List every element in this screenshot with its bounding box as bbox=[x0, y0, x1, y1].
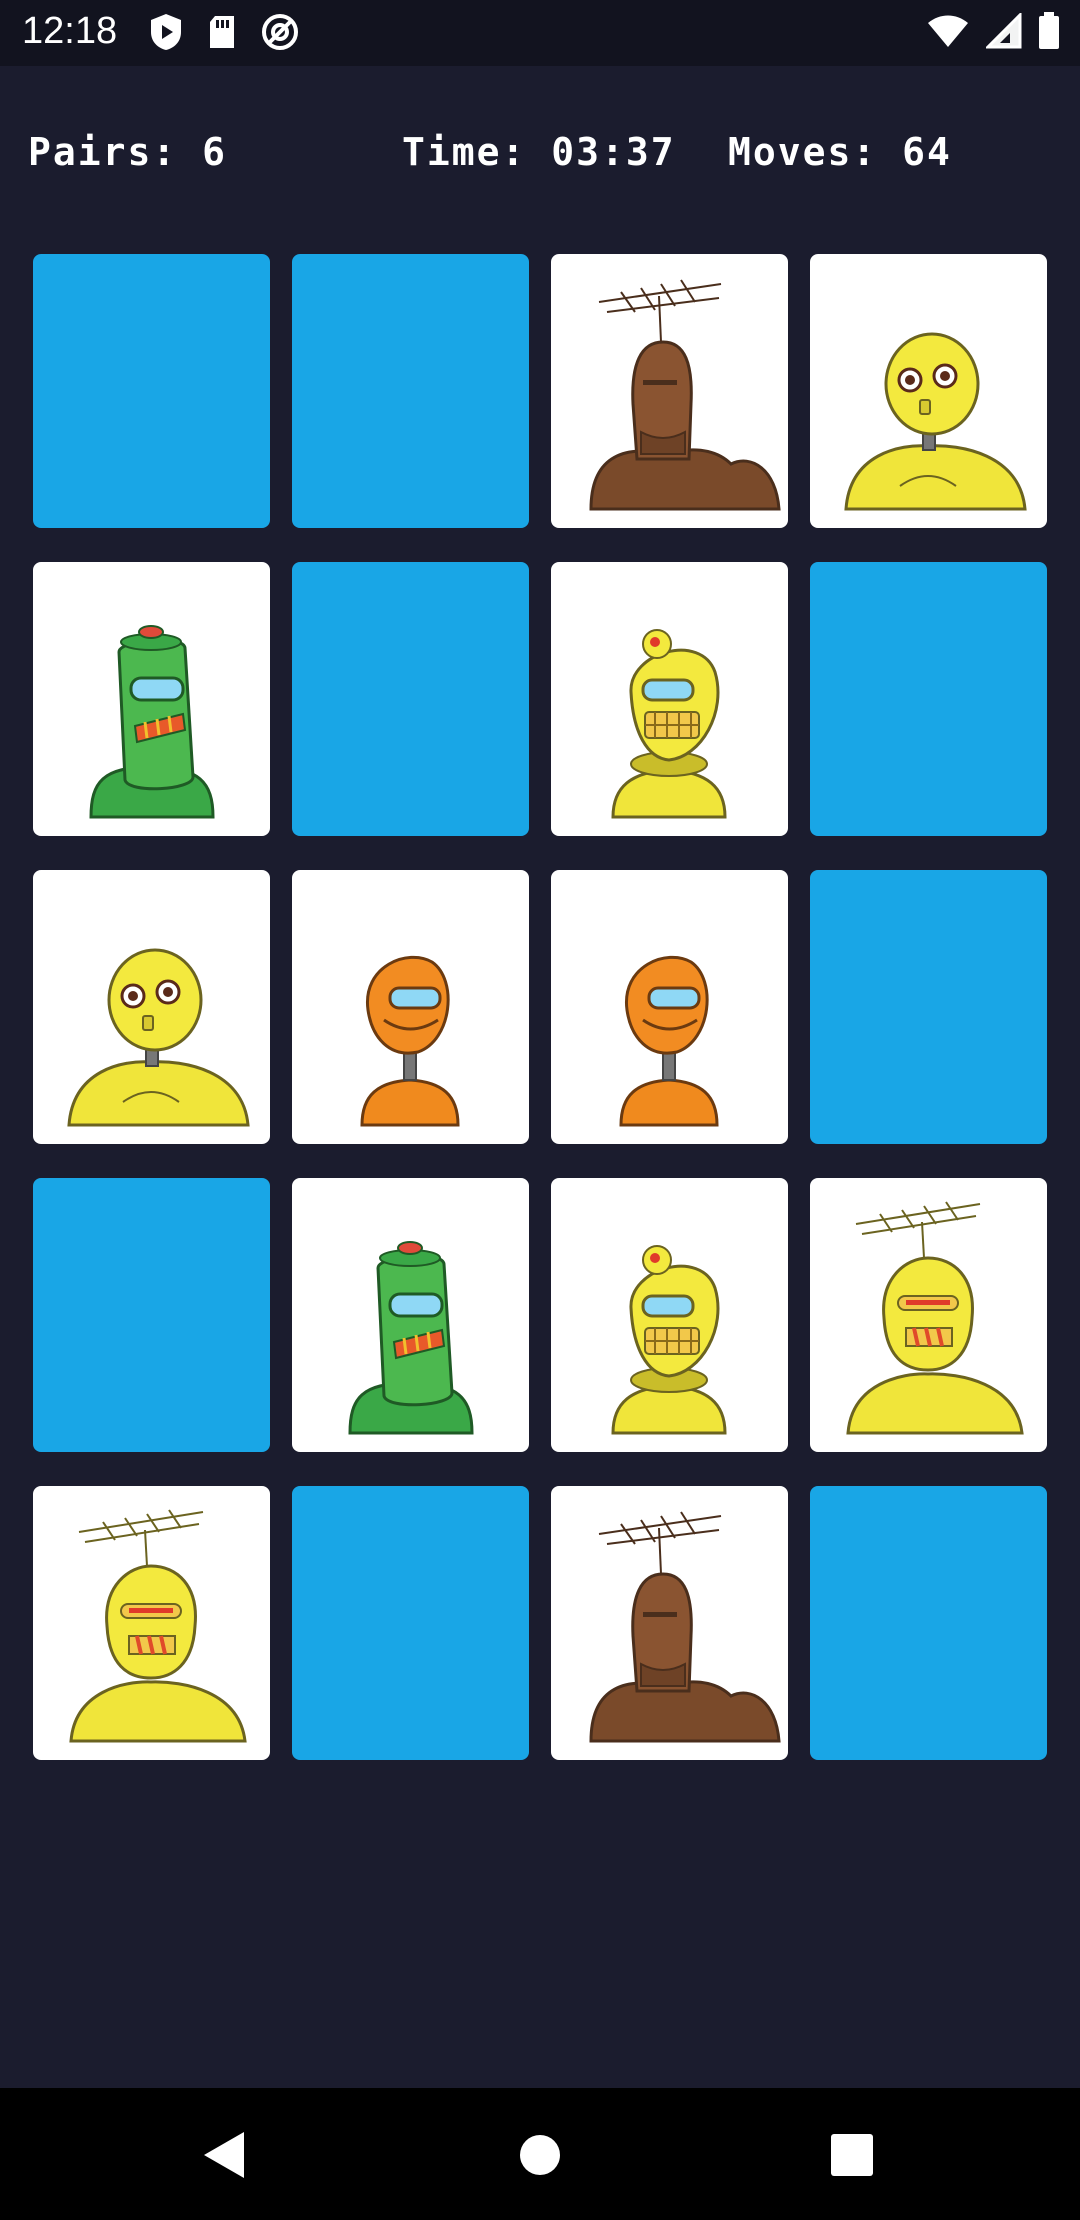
recents-icon[interactable] bbox=[825, 2128, 879, 2182]
orange-visor-robot-icon bbox=[619, 955, 719, 1127]
card-revealed-r2-c3[interactable] bbox=[551, 562, 788, 836]
yellow-round-robot-icon bbox=[844, 332, 1027, 511]
card-revealed-r5-c1[interactable] bbox=[33, 1486, 270, 1760]
card-hidden-r1-c2[interactable] bbox=[292, 254, 529, 528]
green-cylinder-robot-icon bbox=[348, 1241, 474, 1435]
card-hidden-r1-c1[interactable] bbox=[33, 254, 270, 528]
card-revealed-r4-c4[interactable] bbox=[810, 1178, 1047, 1452]
yellow-visor-robot-icon bbox=[611, 1245, 727, 1435]
yellow-round-robot-icon bbox=[67, 948, 250, 1127]
yellow-antenna-robot-icon bbox=[846, 1201, 1024, 1435]
battery-icon bbox=[1038, 12, 1060, 50]
card-hidden-r5-c2[interactable] bbox=[292, 1486, 529, 1760]
moves-counter: Moves: 64 bbox=[728, 130, 952, 174]
navigation-bar bbox=[0, 2088, 1080, 2220]
card-revealed-r3-c1[interactable] bbox=[33, 870, 270, 1144]
yellow-visor-robot-icon bbox=[611, 629, 727, 819]
card-revealed-r3-c3[interactable] bbox=[551, 870, 788, 1144]
brown-antenna-robot-icon bbox=[589, 1511, 781, 1743]
card-hidden-r2-c4[interactable] bbox=[810, 562, 1047, 836]
back-icon[interactable] bbox=[198, 2128, 252, 2182]
card-revealed-r5-c3[interactable] bbox=[551, 1486, 788, 1760]
pairs-counter: Pairs: 6 bbox=[28, 130, 228, 174]
card-revealed-r1-c4[interactable] bbox=[810, 254, 1047, 528]
brown-antenna-robot-icon bbox=[589, 279, 781, 511]
status-time: 12:18 bbox=[22, 10, 118, 52]
at-sign-icon bbox=[260, 12, 300, 52]
card-hidden-r4-c1[interactable] bbox=[33, 1178, 270, 1452]
card-revealed-r2-c1[interactable] bbox=[33, 562, 270, 836]
status-bar: 12:18 bbox=[0, 0, 1080, 66]
card-revealed-r4-c3[interactable] bbox=[551, 1178, 788, 1452]
wifi-icon bbox=[926, 13, 970, 49]
home-icon[interactable] bbox=[513, 2128, 567, 2182]
timer: Time: 03:37 bbox=[402, 130, 676, 174]
play-protect-icon bbox=[148, 12, 184, 52]
card-revealed-r4-c2[interactable] bbox=[292, 1178, 529, 1452]
orange-visor-robot-icon bbox=[360, 955, 460, 1127]
game-hud: Pairs: 6 Time: 03:37 Moves: 64 bbox=[0, 130, 1080, 190]
card-revealed-r3-c2[interactable] bbox=[292, 870, 529, 1144]
card-revealed-r1-c3[interactable] bbox=[551, 254, 788, 528]
yellow-antenna-robot-icon bbox=[69, 1509, 247, 1743]
green-cylinder-robot-icon bbox=[89, 625, 215, 819]
card-hidden-r2-c2[interactable] bbox=[292, 562, 529, 836]
sd-card-icon bbox=[206, 12, 238, 52]
cellular-signal-icon bbox=[986, 13, 1022, 49]
card-grid bbox=[33, 254, 1047, 1760]
card-hidden-r5-c4[interactable] bbox=[810, 1486, 1047, 1760]
card-hidden-r3-c4[interactable] bbox=[810, 870, 1047, 1144]
